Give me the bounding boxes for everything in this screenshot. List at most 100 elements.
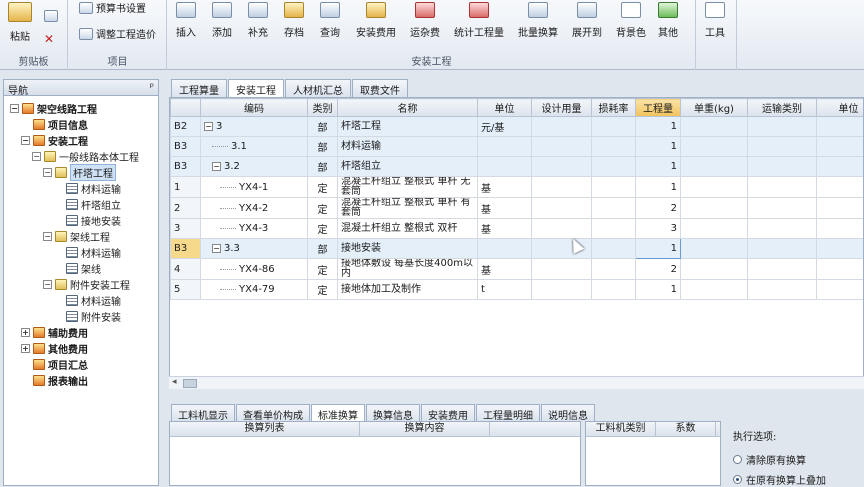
type-cell[interactable]: 部 [308, 239, 338, 259]
collapse-icon[interactable]: − [212, 244, 221, 253]
radio-stack[interactable] [733, 475, 742, 484]
stack-conversion-option[interactable]: 在原有换算上叠加 [733, 472, 864, 487]
budget-settings-button[interactable]: 预算书设置 [79, 0, 146, 15]
column-header[interactable]: 单位 [817, 99, 864, 117]
column-header[interactable]: 编码 [201, 99, 308, 117]
expand-toggle-icon[interactable]: − [10, 104, 19, 113]
type-cell[interactable]: 定 [308, 177, 338, 198]
row-header[interactable]: B3 [171, 137, 201, 157]
transport-type-cell[interactable] [748, 280, 817, 300]
quantity-cell[interactable]: 1 [636, 117, 681, 137]
quantity-cell[interactable]: 1 [636, 177, 681, 198]
tab-item[interactable]: 工程算量 [171, 79, 227, 97]
unit-cell[interactable]: 元/基 [478, 117, 532, 137]
unit-price-cell[interactable] [817, 239, 864, 259]
transport-type-cell[interactable] [748, 198, 817, 219]
unit-weight-cell[interactable] [681, 177, 748, 198]
nav-item[interactable]: 项目汇总 [21, 356, 88, 372]
type-cell[interactable]: 定 [308, 259, 338, 280]
type-cell[interactable]: 定 [308, 219, 338, 239]
loss-rate-cell[interactable] [592, 157, 636, 177]
code-cell[interactable]: YX4-86 [201, 259, 308, 280]
unit-weight-cell[interactable] [681, 219, 748, 239]
column-header[interactable]: 单重(kg) [681, 99, 748, 117]
transport-type-cell[interactable] [748, 177, 817, 198]
loss-rate-cell[interactable] [592, 259, 636, 280]
name-cell[interactable]: 混凝土杆组立 整根式 单杆 有套筒 [338, 198, 478, 219]
query-button[interactable]: 查询 [320, 2, 340, 39]
design-qty-cell[interactable] [532, 198, 592, 219]
unit-price-cell[interactable]: 27 [817, 198, 864, 219]
design-qty-cell[interactable] [532, 177, 592, 198]
nav-item[interactable]: −架空线路工程 [10, 100, 97, 116]
add-button[interactable]: 添加 [212, 2, 232, 39]
type-cell[interactable]: 部 [308, 117, 338, 137]
other-button[interactable]: 其他 [658, 2, 678, 39]
code-cell[interactable]: −3.2 [201, 157, 308, 177]
loss-rate-cell[interactable] [592, 117, 636, 137]
unit-weight-cell[interactable] [681, 157, 748, 177]
unit-cell[interactable]: 基 [478, 177, 532, 198]
quantity-cell[interactable]: 2 [636, 259, 681, 280]
table-row[interactable]: 2YX4-2定混凝土杆组立 整根式 单杆 有套筒基227 [171, 198, 864, 219]
loss-rate-cell[interactable] [592, 239, 636, 259]
name-cell[interactable]: 混凝土杆组立 整根式 双杆 [338, 219, 478, 239]
name-cell[interactable]: 杆塔工程 [338, 117, 478, 137]
design-qty-cell[interactable] [532, 219, 592, 239]
bottom-tab[interactable]: 说明信息 [541, 404, 595, 421]
expand-toggle-icon[interactable]: − [43, 232, 52, 241]
collapse-icon[interactable]: − [212, 162, 221, 171]
table-row[interactable]: B3−3.3部接地安装1 [171, 239, 864, 259]
unit-cell[interactable]: 基 [478, 219, 532, 239]
unit-cell[interactable]: t [478, 280, 532, 300]
quantity-cell[interactable]: 2 [636, 198, 681, 219]
row-header[interactable]: B2 [171, 117, 201, 137]
archive-button[interactable]: 存档 [284, 2, 304, 39]
unit-price-cell[interactable] [817, 157, 864, 177]
table-row[interactable]: 3YX4-3定混凝土杆组立 整根式 双杆基353 [171, 219, 864, 239]
scroll-left-icon[interactable]: ◂ [172, 377, 177, 387]
code-cell[interactable]: −3.3 [201, 239, 308, 259]
nav-item[interactable]: 报表输出 [21, 372, 88, 388]
nav-item[interactable]: 附件安装 [54, 308, 121, 324]
nav-item[interactable]: −安装工程 [21, 132, 88, 148]
scroll-thumb[interactable] [183, 379, 197, 388]
transport-type-cell[interactable] [748, 219, 817, 239]
unit-cell[interactable] [478, 137, 532, 157]
unit-cell[interactable]: 基 [478, 259, 532, 280]
unit-weight-cell[interactable] [681, 198, 748, 219]
collapse-icon[interactable]: − [204, 122, 213, 131]
quantity-cell[interactable]: 1 [636, 137, 681, 157]
type-cell[interactable]: 定 [308, 280, 338, 300]
stat-quantity-button[interactable]: 统计工程量 [454, 2, 504, 39]
insert-button[interactable]: 插入 [176, 2, 196, 39]
name-cell[interactable]: 接地体敷设 每基长度400m以内 [338, 259, 478, 280]
radio-clear[interactable] [733, 455, 742, 464]
table-row[interactable]: B3−3.2部杆塔组立1 [171, 157, 864, 177]
transport-type-cell[interactable] [748, 117, 817, 137]
row-header[interactable]: B3 [171, 157, 201, 177]
freight-button[interactable]: 运杂费 [410, 2, 440, 39]
cut-button[interactable]: ✕ [44, 32, 54, 46]
transport-type-cell[interactable] [748, 137, 817, 157]
code-cell[interactable]: YX4-2 [201, 198, 308, 219]
tab-item[interactable]: 取费文件 [352, 79, 408, 97]
unit-weight-cell[interactable] [681, 239, 748, 259]
column-header[interactable] [171, 99, 201, 117]
expand-toggle-icon[interactable]: − [32, 152, 41, 161]
expand-toggle-icon[interactable]: + [21, 344, 30, 353]
unit-weight-cell[interactable] [681, 117, 748, 137]
nav-item[interactable]: −杆塔工程 [43, 164, 116, 180]
unit-price-cell[interactable] [817, 117, 864, 137]
loss-rate-cell[interactable] [592, 280, 636, 300]
name-cell[interactable]: 混凝土杆组立 整根式 单杆 无套筒 [338, 177, 478, 198]
design-qty-cell[interactable] [532, 157, 592, 177]
code-cell[interactable]: −3 [201, 117, 308, 137]
supplement-button[interactable]: 补充 [248, 2, 268, 39]
nav-item[interactable]: 材料运输 [54, 292, 121, 308]
nav-item[interactable]: 杆塔组立 [54, 196, 121, 212]
design-qty-cell[interactable] [532, 280, 592, 300]
loss-rate-cell[interactable] [592, 198, 636, 219]
unit-price-cell[interactable]: 53 [817, 219, 864, 239]
tab-item[interactable]: 人材机汇总 [285, 79, 351, 97]
